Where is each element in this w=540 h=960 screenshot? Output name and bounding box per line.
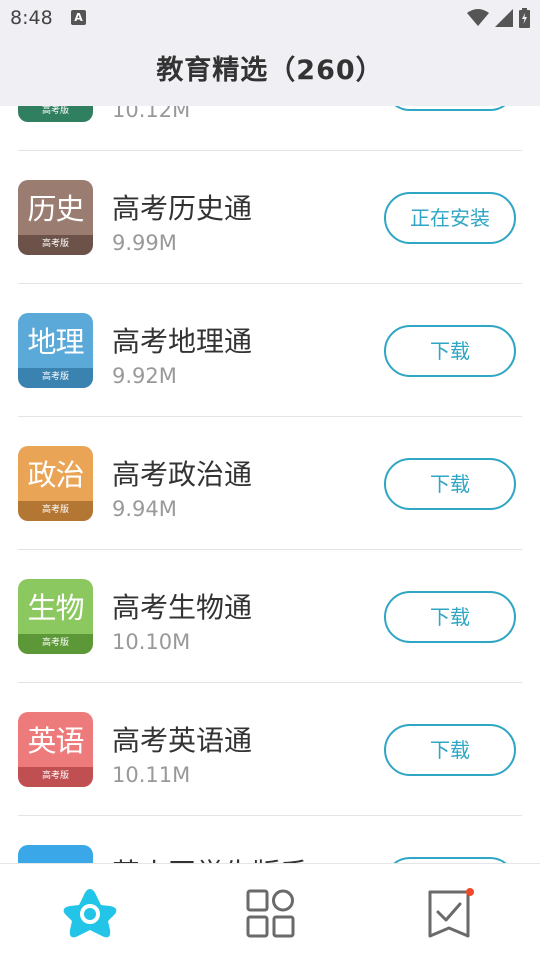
app-list-content: 高考版 10.12M 历史 高考版 高考历史通 9.99M 正在安装 地理 高考版 高考地理通 9.…: [0, 106, 540, 863]
app-size: 10.10M: [112, 630, 191, 654]
app-icon[interactable]: 政治 高考版: [18, 446, 93, 521]
app-icon-edition: 高考版: [18, 235, 93, 255]
app-name: 英小网学生版手: [112, 852, 308, 863]
app-icon-edition: 高考版: [18, 501, 93, 521]
app-icon-label: 英语: [18, 712, 93, 767]
status-icons: [467, 8, 530, 28]
app-icon-label: 政治: [18, 446, 93, 501]
list-item[interactable]: 高考版 10.12M: [0, 106, 540, 151]
title-bar: 教育精选（260）: [0, 36, 540, 106]
app-size: 9.99M: [112, 231, 177, 255]
app-icon-edition: 高考版: [18, 368, 93, 388]
app-icon[interactable]: [18, 845, 93, 863]
download-button[interactable]: [384, 106, 516, 111]
app-size: 10.12M: [112, 106, 191, 122]
app-list[interactable]: 高考版 10.12M 历史 高考版 高考历史通 9.99M 正在安装 地理 高考版 高考地理通 9.…: [0, 106, 540, 863]
app-size: 9.92M: [112, 364, 177, 388]
list-item[interactable]: 英小网学生版手: [0, 816, 540, 863]
app-name: 高考地理通: [112, 325, 253, 358]
app-icon[interactable]: 生物 高考版: [18, 579, 93, 654]
app-icon-edition: 高考版: [18, 767, 93, 787]
download-button[interactable]: 下载: [384, 325, 516, 377]
app-icon[interactable]: 高考版: [18, 106, 93, 122]
wifi-icon: [467, 9, 489, 26]
signal-icon: [495, 9, 513, 27]
list-item[interactable]: 政治 高考版 高考政治通 9.94M 下载: [0, 417, 540, 550]
app-name: 高考政治通: [112, 458, 253, 491]
app-icon-label: 生物: [18, 579, 93, 634]
app-icon-label: 地理: [18, 313, 93, 368]
app-icon[interactable]: 历史 高考版: [18, 180, 93, 255]
app-icon-edition: 高考版: [18, 634, 93, 654]
app-icon-label: 历史: [18, 180, 93, 235]
app-size: 9.94M: [112, 497, 177, 521]
download-button[interactable]: 下载: [384, 724, 516, 776]
installing-button[interactable]: 正在安装: [384, 192, 516, 244]
app-name: 高考生物通: [112, 591, 253, 624]
app-name: 高考历史通: [112, 192, 253, 225]
accessibility-notification-icon: A: [71, 10, 86, 25]
grid-icon: [246, 889, 295, 938]
battery-icon: [519, 8, 530, 28]
app-icon-label: [18, 845, 93, 863]
app-size: 10.11M: [112, 763, 191, 787]
nav-tasks[interactable]: [420, 886, 480, 942]
download-button[interactable]: 下载: [384, 458, 516, 510]
status-time: 8:48: [10, 7, 53, 29]
bottom-nav: [0, 863, 540, 960]
list-item[interactable]: 历史 高考版 高考历史通 9.99M 正在安装: [0, 151, 540, 284]
download-button[interactable]: 下载: [384, 591, 516, 643]
list-item[interactable]: 地理 高考版 高考地理通 9.92M 下载: [0, 284, 540, 417]
list-item[interactable]: 英语 高考版 高考英语通 10.11M 下载: [0, 683, 540, 816]
nav-categories[interactable]: [240, 886, 300, 942]
app-name: 高考英语通: [112, 724, 253, 757]
notification-dot: [466, 888, 474, 896]
page-title: 教育精选（260）: [156, 55, 384, 86]
nav-featured[interactable]: [60, 886, 120, 942]
app-icon[interactable]: 英语 高考版: [18, 712, 93, 787]
app-icon[interactable]: 地理 高考版: [18, 313, 93, 388]
list-item[interactable]: 生物 高考版 高考生物通 10.10M 下载: [0, 550, 540, 683]
status-bar: 8:48 A: [0, 0, 540, 36]
app-icon-edition: 高考版: [18, 106, 93, 122]
star-icon: [63, 889, 117, 938]
